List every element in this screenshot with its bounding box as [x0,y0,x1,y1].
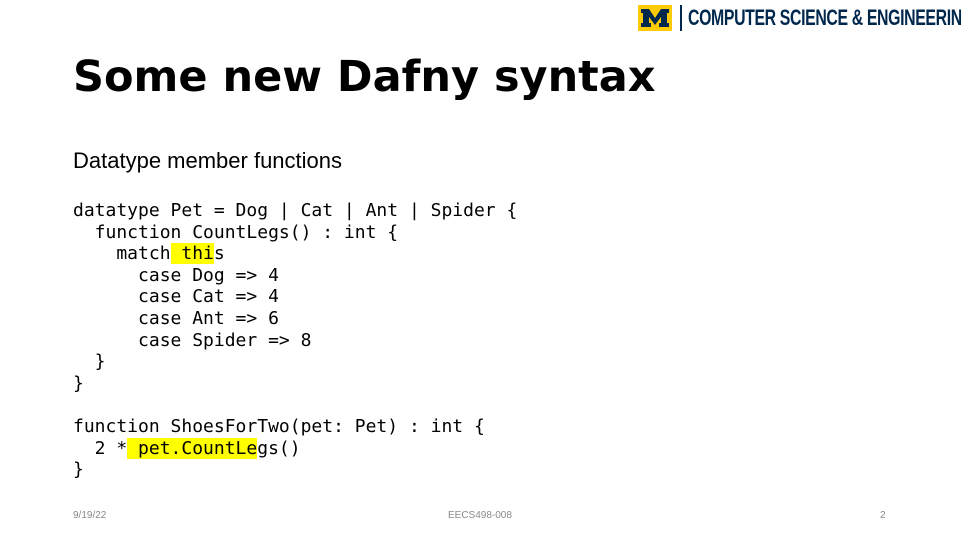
code-text: datatype Pet = Dog | Cat | Ant | Spider … [73,200,518,221]
code-line: } [73,351,517,373]
code-line: 2 * pet.CountLegs() [73,437,517,460]
code-text: } [73,372,84,394]
code-line: match this [73,243,517,265]
code-line: } [73,373,517,395]
code-line: function CountLegs() : int { [73,222,517,244]
code-text: case Dog => 4 [73,264,279,286]
slide-title: Some new Dafny syntax [73,52,656,102]
slide-subtitle: Datatype member functions [73,148,343,173]
code-text: gs() [257,437,301,459]
cse-logo: COMPUTER SCIENCE & ENGINEERING [638,4,961,32]
code-text: } [73,459,84,481]
code-line: } [73,459,517,481]
code-line: function ShoesForTwo(pet: Pet) : int { [73,416,517,438]
code-line: case Cat => 4 [73,286,517,308]
logo-divider [680,5,682,31]
footer-page-number: 2 [880,510,886,521]
code-text: 2 * [73,437,128,459]
footer-course: EECS498-008 [448,510,512,521]
code-text: match [73,243,171,265]
code-line: case Spider => 8 [73,330,517,352]
code-text: case Ant => 6 [73,307,279,329]
code-text: function CountLegs() : int { [73,221,399,243]
code-text: case Cat => 4 [73,286,279,308]
logo-text: COMPUTER SCIENCE & ENGINEERING [688,5,961,30]
code-line: case Ant => 6 [73,308,517,330]
code-text: case Spider => 8 [73,329,312,351]
code-line: case Dog => 4 [73,265,517,287]
code-text: function ShoesForTwo(pet: Pet) : int { [73,415,485,437]
block-m-icon [638,5,672,31]
code-block: datatype Pet = Dog | Cat | Ant | Spider … [73,200,517,481]
code-highlight: thi [170,243,214,265]
code-highlight: pet.CountLe [127,437,258,459]
code-text: } [73,351,106,373]
footer-date: 9/19/22 [73,510,107,521]
code-line: datatype Pet = Dog | Cat | Ant | Spider … [73,200,517,222]
code-text: s [213,243,225,265]
